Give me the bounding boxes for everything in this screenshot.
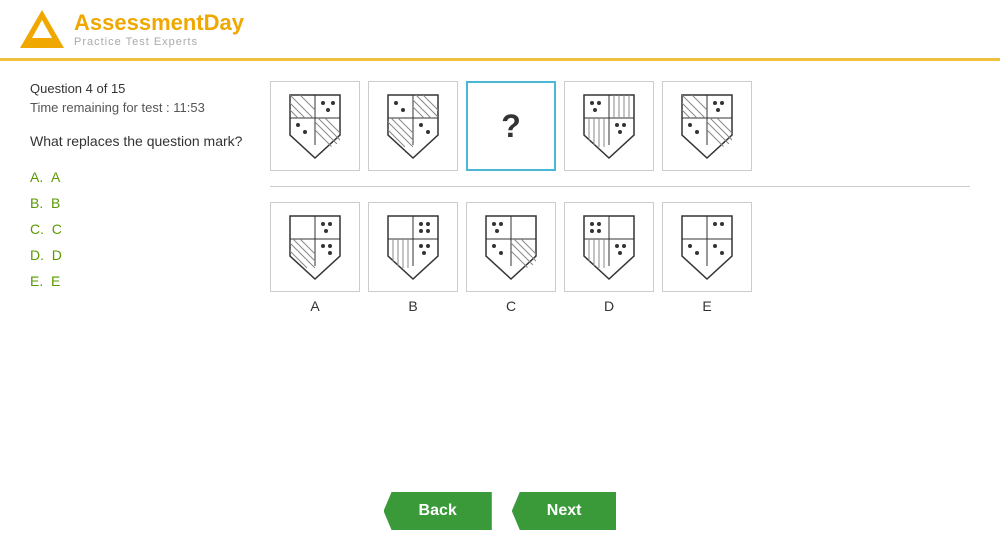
answer-item-e[interactable]: E <box>662 202 752 314</box>
answer-label-c: C <box>506 298 516 314</box>
next-button[interactable]: Next <box>512 492 617 530</box>
answer-options-row: A <box>270 202 970 314</box>
shield-q4 <box>564 81 654 171</box>
logo-title: AssessmentDay <box>74 10 244 36</box>
option-a[interactable]: A. A <box>30 167 250 187</box>
answer-item-d[interactable]: D <box>564 202 654 314</box>
answer-options-list: A. A B. B C. C D. D E. E <box>30 167 250 291</box>
answer-label-a: A <box>310 298 319 314</box>
left-panel: Question 4 of 15 Time remaining for test… <box>30 81 250 314</box>
header: AssessmentDay Practice Test Experts <box>0 0 1000 61</box>
right-panel: ? <box>270 81 970 314</box>
option-d[interactable]: D. D <box>30 245 250 265</box>
logo-text: AssessmentDay Practice Test Experts <box>74 10 244 48</box>
answer-label-e: E <box>702 298 711 314</box>
option-b[interactable]: B. B <box>30 193 250 213</box>
option-e[interactable]: E. E <box>30 271 250 291</box>
shield-q1 <box>270 81 360 171</box>
question-shields-row: ? <box>270 81 970 171</box>
answer-label-b: B <box>408 298 417 314</box>
bottom-bar: Back Next <box>0 492 1000 530</box>
main-content: Question 4 of 15 Time remaining for test… <box>0 61 1000 334</box>
answer-item-b[interactable]: B <box>368 202 458 314</box>
question-prompt: What replaces the question mark? <box>30 133 250 149</box>
answer-item-c[interactable]: C <box>466 202 556 314</box>
answer-label-d: D <box>604 298 614 314</box>
answer-box-e[interactable] <box>662 202 752 292</box>
shield-q5 <box>662 81 752 171</box>
option-c[interactable]: C. C <box>30 219 250 239</box>
answer-box-a[interactable] <box>270 202 360 292</box>
back-button[interactable]: Back <box>384 492 492 530</box>
logo-subtitle: Practice Test Experts <box>74 36 244 48</box>
answer-item-a[interactable]: A <box>270 202 360 314</box>
answer-box-d[interactable] <box>564 202 654 292</box>
shield-q2 <box>368 81 458 171</box>
logo-icon <box>20 10 64 48</box>
question-number: Question 4 of 15 <box>30 81 250 96</box>
answer-box-c[interactable] <box>466 202 556 292</box>
shield-q3-question: ? <box>466 81 556 171</box>
answer-box-b[interactable] <box>368 202 458 292</box>
divider <box>270 186 970 187</box>
time-remaining: Time remaining for test : 11:53 <box>30 100 250 115</box>
